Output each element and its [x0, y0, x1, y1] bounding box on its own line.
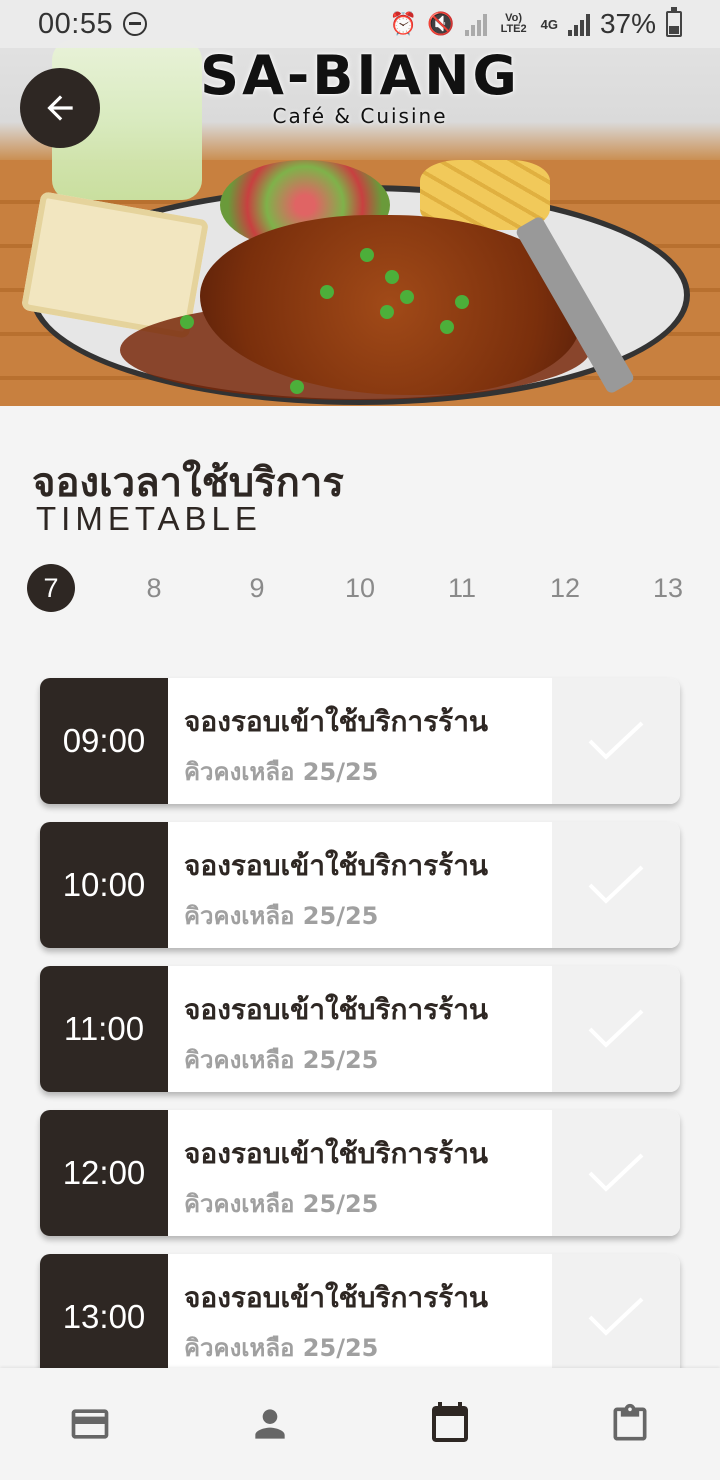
slot-time: 12:00 [40, 1110, 168, 1236]
book-slot-button[interactable] [552, 1254, 680, 1380]
slot-label: จองรอบเข้าใช้บริการร้าน [184, 1281, 489, 1314]
date-item-13[interactable]: 13 [644, 564, 692, 612]
slot-label: จองรอบเข้าใช้บริการร้าน [184, 849, 489, 882]
do-not-disturb-icon [123, 12, 148, 36]
book-slot-button[interactable] [552, 822, 680, 948]
checkmark-icon [588, 865, 644, 904]
slot-label: จองรอบเข้าใช้บริการร้าน [184, 993, 489, 1026]
alarm-icon: ⏰ [389, 11, 418, 36]
signal-sim2-icon [567, 12, 590, 36]
date-selector: 7 8 9 10 11 12 13 [0, 564, 720, 612]
book-slot-button[interactable] [552, 678, 680, 804]
checkmark-icon [588, 721, 644, 760]
battery-icon [666, 7, 682, 37]
checkmark-icon [588, 1153, 644, 1192]
timeslot-card[interactable]: 13:00 จองรอบเข้าใช้บริการร้าน คิวคงเหลือ… [40, 1254, 680, 1380]
timeslot-card[interactable]: 09:00 จองรอบเข้าใช้บริการร้าน คิวคงเหลือ… [40, 678, 680, 804]
timeslot-card[interactable]: 12:00 จองรอบเข้าใช้บริการร้าน คิวคงเหลือ… [40, 1110, 680, 1236]
slot-remaining: คิวคงเหลือ 25/25 [184, 902, 379, 930]
arrow-left-icon [47, 95, 73, 121]
credit-card-icon [71, 1409, 109, 1439]
date-item-7[interactable]: 7 [27, 564, 75, 612]
page-title-english: TIMETABLE [36, 500, 262, 537]
nav-profile[interactable] [180, 1368, 360, 1480]
slot-remaining: คิวคงเหลือ 25/25 [184, 1190, 379, 1218]
network-type: 4G [540, 16, 558, 32]
network-label: Vo) LTE2 [500, 12, 527, 35]
slot-label: จองรอบเข้าใช้บริการร้าน [184, 705, 489, 738]
slot-remaining: คิวคงเหลือ 25/25 [184, 1334, 379, 1362]
timeslot-list: 09:00 จองรอบเข้าใช้บริการร้าน คิวคงเหลือ… [40, 678, 680, 1398]
clipboard-icon [613, 1403, 647, 1441]
nav-orders[interactable] [540, 1368, 720, 1480]
date-item-8[interactable]: 8 [130, 564, 178, 612]
slot-time: 13:00 [40, 1254, 168, 1380]
person-icon [255, 1409, 285, 1439]
slot-remaining: คิวคงเหลือ 25/25 [184, 1046, 379, 1074]
slot-label: จองรอบเข้าใช้บริการร้าน [184, 1137, 489, 1170]
book-slot-button[interactable] [552, 966, 680, 1092]
status-time: 00:55 [38, 7, 114, 40]
checkmark-icon [588, 1009, 644, 1048]
back-button[interactable] [20, 68, 100, 148]
slot-time: 09:00 [40, 678, 168, 804]
brand-logo: SA-BIANG Café & Cuisine [0, 44, 720, 129]
vibrate-mute-icon: 🔇 [427, 11, 455, 36]
date-item-11[interactable]: 11 [438, 564, 486, 612]
checkmark-icon [588, 1297, 644, 1336]
slot-time: 11:00 [40, 966, 168, 1092]
date-item-12[interactable]: 12 [541, 564, 589, 612]
signal-sim1-icon [464, 12, 487, 36]
battery-percent: 37% [599, 8, 656, 39]
status-bar: 00:55 ⏰ 🔇 Vo) LTE2 4G 37% [0, 0, 720, 48]
book-slot-button[interactable] [552, 1110, 680, 1236]
nav-timetable[interactable] [360, 1368, 540, 1480]
slot-time: 10:00 [40, 822, 168, 948]
nav-payment[interactable] [0, 1368, 180, 1480]
brand-name: SA-BIANG [200, 44, 520, 107]
bottom-navigation [0, 1368, 720, 1480]
date-item-10[interactable]: 10 [336, 564, 384, 612]
calendar-icon [432, 1402, 468, 1442]
timeslot-card[interactable]: 11:00 จองรอบเข้าใช้บริการร้าน คิวคงเหลือ… [40, 966, 680, 1092]
brand-tagline: Café & Cuisine [272, 104, 448, 128]
timeslot-card[interactable]: 10:00 จองรอบเข้าใช้บริการร้าน คิวคงเหลือ… [40, 822, 680, 948]
date-item-9[interactable]: 9 [233, 564, 281, 612]
slot-remaining: คิวคงเหลือ 25/25 [184, 758, 379, 786]
